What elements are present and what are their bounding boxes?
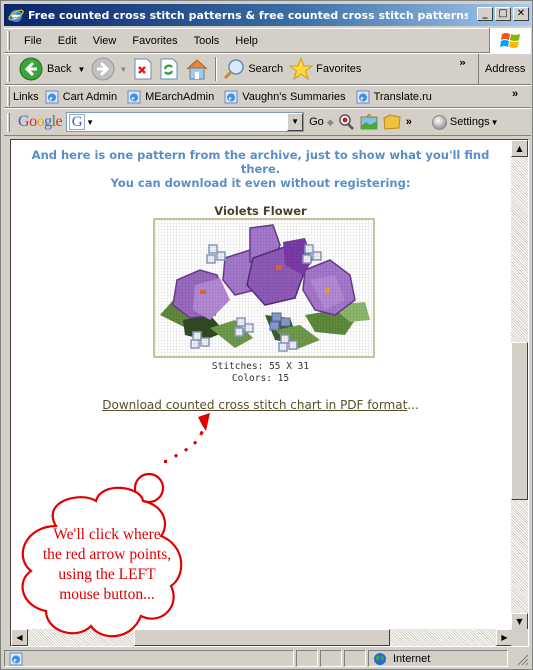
back-label: Back bbox=[47, 63, 72, 75]
search-button[interactable]: Search bbox=[220, 58, 286, 80]
toolbar-grip[interactable] bbox=[7, 31, 10, 50]
maximize-button[interactable]: □ bbox=[495, 7, 511, 21]
stop-button[interactable] bbox=[130, 58, 156, 80]
annotation-text: We'll click where the red arrow points, … bbox=[42, 526, 172, 603]
google-settings-button[interactable]: Settings ▼ bbox=[431, 114, 499, 130]
favorites-star-icon bbox=[289, 57, 314, 81]
stitches-count: Stitches: 55 X 31 bbox=[211, 361, 310, 372]
link-cart-admin[interactable]: e Cart Admin bbox=[45, 90, 117, 104]
back-button[interactable]: Back ▼ bbox=[16, 57, 88, 81]
search-label: Search bbox=[248, 63, 284, 75]
colors-count: Colors: 15 bbox=[231, 373, 290, 384]
title-bar[interactable]: e Free counted cross stitch patterns & f… bbox=[4, 4, 531, 26]
standard-toolbar: Back ▼ ▼ Search Favorites » Address bbox=[4, 53, 531, 85]
ie-page-icon: e bbox=[224, 90, 238, 103]
refresh-button[interactable] bbox=[156, 58, 182, 80]
address-bar-label[interactable]: Address bbox=[478, 54, 525, 84]
toolbar-grip[interactable] bbox=[7, 87, 10, 106]
download-ellipsis: ... bbox=[407, 398, 419, 412]
home-icon bbox=[186, 59, 208, 80]
refresh-icon bbox=[160, 58, 178, 80]
favorites-button[interactable]: Favorites bbox=[286, 57, 364, 81]
security-zone-pane: Internet bbox=[368, 650, 508, 667]
toolbar-grip[interactable] bbox=[7, 112, 10, 132]
menu-favorites[interactable]: Favorites bbox=[124, 35, 185, 47]
toolbar-grip[interactable] bbox=[7, 56, 10, 82]
pattern-title: Violets Flower bbox=[214, 204, 307, 218]
links-bar: Links e Cart Admin e MEarchAdmin e Vaugh… bbox=[4, 85, 531, 108]
svg-text:e: e bbox=[360, 94, 363, 102]
window-title: Free counted cross stitch patterns & fre… bbox=[28, 8, 468, 22]
svg-text:e: e bbox=[14, 656, 17, 664]
pattern-preview-image[interactable] bbox=[153, 218, 375, 358]
ie-logo-icon: e bbox=[8, 7, 24, 23]
google-search-input[interactable]: G ▼ ▼ bbox=[66, 112, 305, 132]
horizontal-scroll-thumb[interactable] bbox=[134, 629, 390, 646]
forward-arrow-icon bbox=[91, 57, 115, 81]
horizontal-scrollbar[interactable]: ◀ ▶ bbox=[11, 629, 513, 646]
pattern-meta: Stitches: 55 X 31 Colors: 15 bbox=[11, 361, 510, 385]
ie-page-icon: e bbox=[356, 90, 370, 103]
menu-bar: File Edit View Favorites Tools Help bbox=[4, 28, 490, 53]
scroll-down-button[interactable]: ▼ bbox=[511, 613, 528, 630]
svg-text:e: e bbox=[132, 94, 135, 102]
search-icon bbox=[224, 59, 245, 80]
svg-text:e: e bbox=[13, 11, 17, 21]
links-overflow-chevron[interactable]: » bbox=[512, 88, 518, 100]
resize-grip-icon[interactable] bbox=[517, 654, 529, 666]
stop-icon bbox=[134, 58, 152, 80]
news-folder-icon[interactable] bbox=[383, 114, 401, 130]
link-mearchadmin[interactable]: e MEarchAdmin bbox=[127, 90, 214, 104]
svg-text:e: e bbox=[49, 94, 52, 102]
zone-label: Internet bbox=[393, 652, 431, 665]
favorites-label: Favorites bbox=[316, 63, 362, 75]
intro-text: And here is one pattern from the archive… bbox=[31, 148, 490, 190]
svg-text:e: e bbox=[229, 94, 232, 102]
vertical-scroll-thumb[interactable] bbox=[511, 341, 528, 500]
browser-window: e Free counted cross stitch patterns & f… bbox=[0, 0, 533, 670]
menu-file[interactable]: File bbox=[16, 35, 50, 47]
back-arrow-icon bbox=[19, 57, 43, 81]
download-pdf-link[interactable]: Download counted cross stitch chart in P… bbox=[102, 398, 407, 412]
status-text-pane: e bbox=[4, 650, 294, 667]
image-search-icon[interactable] bbox=[360, 114, 378, 130]
search-history-dropdown[interactable]: ▼ bbox=[287, 113, 304, 131]
home-button[interactable] bbox=[182, 58, 212, 80]
google-toolbar: Google G ▼ ▼ Go ◆ » Settings ▼ bbox=[4, 108, 531, 136]
google-logo[interactable]: Google bbox=[18, 113, 63, 131]
search-type-dropdown-icon[interactable]: ▼ bbox=[86, 118, 94, 127]
menu-tools[interactable]: Tools bbox=[186, 35, 228, 47]
close-button[interactable]: ✕ bbox=[513, 7, 529, 21]
ie-page-icon: e bbox=[45, 90, 59, 103]
search-site-icon[interactable] bbox=[337, 113, 355, 131]
forward-dropdown-icon[interactable]: ▼ bbox=[119, 65, 127, 74]
link-translate-ru[interactable]: e Translate.ru bbox=[356, 90, 432, 104]
minimize-button[interactable]: _ bbox=[477, 7, 493, 21]
google-overflow-chevron[interactable]: » bbox=[406, 116, 412, 128]
back-dropdown-icon[interactable]: ▼ bbox=[77, 65, 85, 74]
status-bar: e Internet bbox=[4, 649, 531, 668]
scroll-up-button[interactable]: ▲ bbox=[511, 140, 528, 157]
google-go-button[interactable]: Go bbox=[309, 116, 324, 128]
link-vaughns-summaries[interactable]: e Vaughn's Summaries bbox=[224, 90, 346, 104]
toolbar-overflow-chevron[interactable]: » bbox=[459, 56, 466, 69]
ie-page-icon: e bbox=[127, 90, 141, 103]
vertical-scrollbar[interactable]: ▲ ▼ bbox=[511, 140, 528, 630]
links-label: Links bbox=[13, 90, 39, 103]
menu-help[interactable]: Help bbox=[227, 35, 266, 47]
globe-icon bbox=[374, 652, 386, 665]
settings-icon bbox=[431, 114, 447, 130]
settings-dropdown-icon: ▼ bbox=[490, 117, 499, 127]
violets-flower-image bbox=[155, 220, 373, 356]
windows-logo-icon bbox=[489, 28, 531, 53]
menu-edit[interactable]: Edit bbox=[50, 35, 85, 47]
google-g-icon[interactable]: G bbox=[69, 114, 86, 130]
ie-page-icon: e bbox=[9, 652, 23, 665]
menu-view[interactable]: View bbox=[85, 35, 125, 47]
download-row: Download counted cross stitch chart in P… bbox=[11, 398, 510, 412]
scroll-left-button[interactable]: ◀ bbox=[11, 629, 28, 646]
forward-button[interactable]: ▼ bbox=[88, 57, 130, 81]
